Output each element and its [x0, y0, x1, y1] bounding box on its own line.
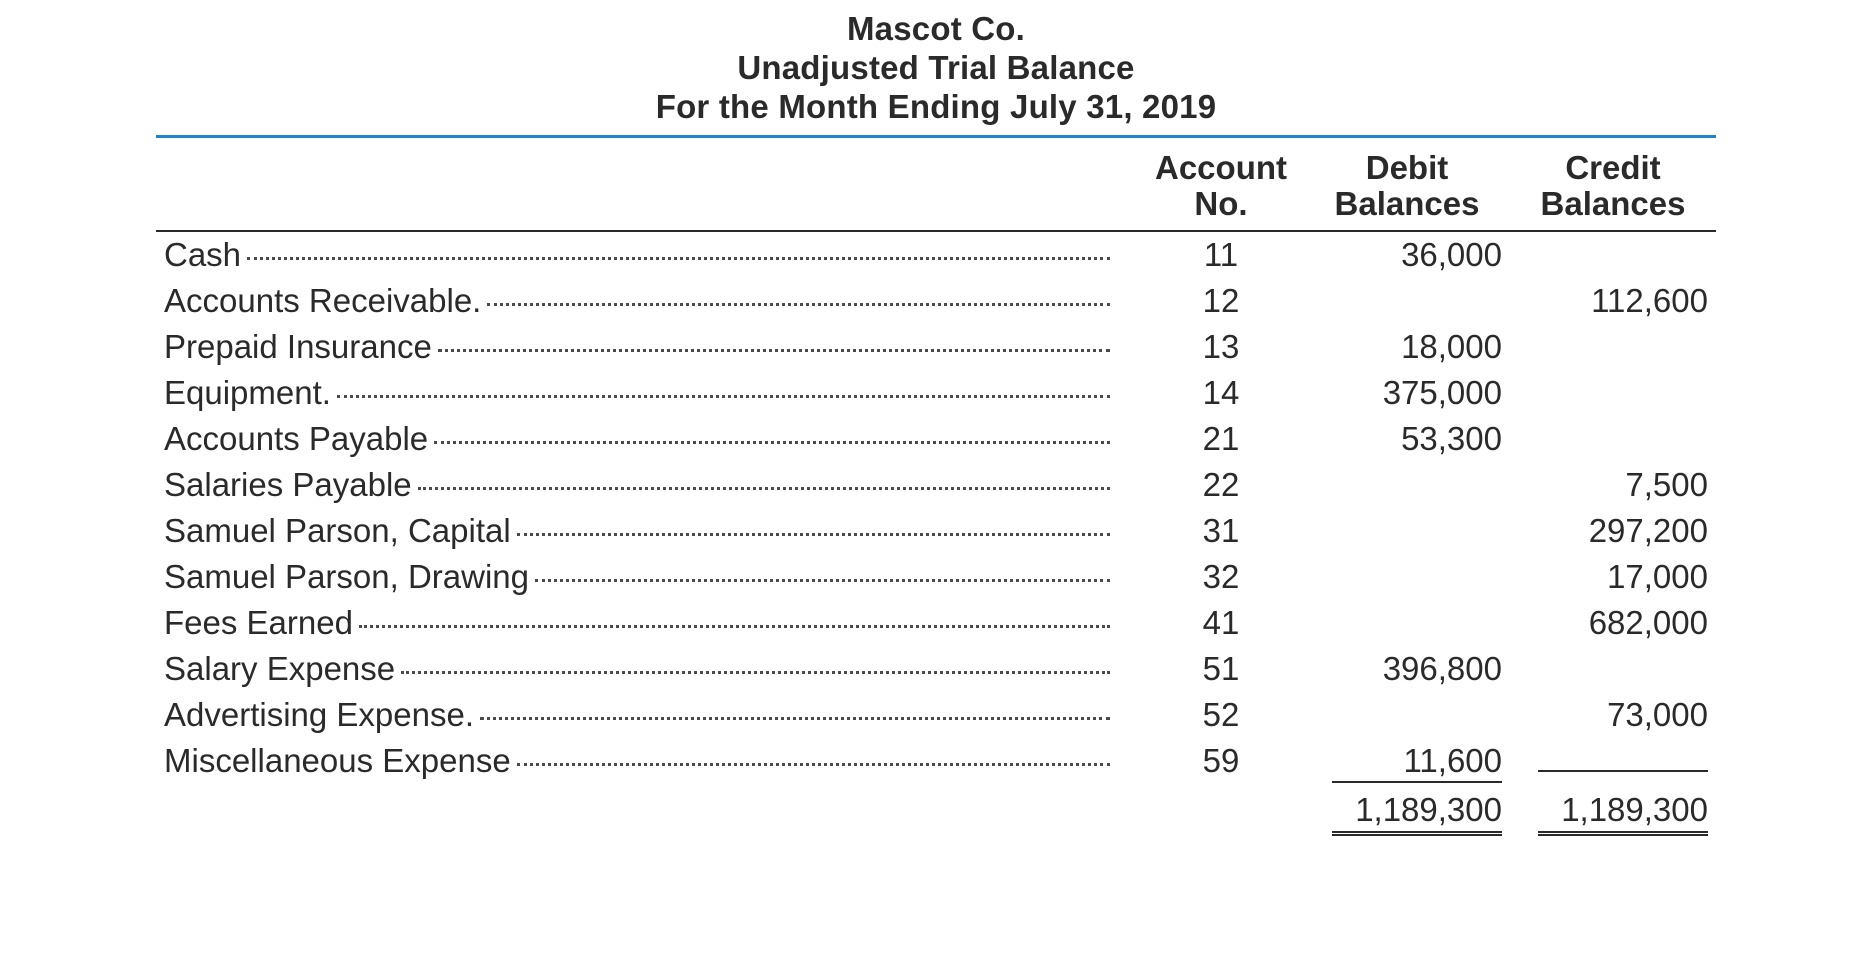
report-title: Unadjusted Trial Balance — [156, 49, 1716, 88]
debit-cell: 396,800 — [1304, 646, 1510, 692]
debit-cell — [1304, 692, 1510, 738]
account-name-cell: Salary Expense — [156, 646, 1138, 692]
account-name-cell: Fees Earned — [156, 600, 1138, 646]
account-no-cell: 51 — [1138, 646, 1304, 692]
totals-label — [156, 787, 1138, 840]
table-row: Fees Earned 41 682,000 — [156, 600, 1716, 646]
account-name-cell: Samuel Parson, Capital — [156, 508, 1138, 554]
account-name-cell: Equipment. — [156, 370, 1138, 416]
account-no-cell: 14 — [1138, 370, 1304, 416]
credit-cell: 297,200 — [1510, 508, 1716, 554]
debit-cell: 53,300 — [1304, 416, 1510, 462]
account-no-cell: 59 — [1138, 738, 1304, 787]
debit-cell: 36,000 — [1304, 231, 1510, 278]
col-header-credit: Credit Balances — [1510, 144, 1716, 232]
account-name-cell: Salaries Payable — [156, 462, 1138, 508]
table-row: Advertising Expense. 52 73,000 — [156, 692, 1716, 738]
table-header-row: Account No. Debit Balances Credit Balanc… — [156, 144, 1716, 232]
credit-cell: 7,500 — [1510, 462, 1716, 508]
debit-cell: 11,600 — [1304, 738, 1510, 787]
credit-cell: 112,600 — [1510, 278, 1716, 324]
debit-cell — [1304, 508, 1510, 554]
debit-total: 1,189,300 — [1304, 787, 1510, 840]
totals-row: 1,189,300 1,189,300 — [156, 787, 1716, 840]
account-no-cell: 12 — [1138, 278, 1304, 324]
table-row: Samuel Parson, Capital 31 297,200 — [156, 508, 1716, 554]
col-header-account-no: Account No. — [1138, 144, 1304, 232]
account-name-cell: Accounts Receivable. — [156, 278, 1138, 324]
report-period: For the Month Ending July 31, 2019 — [156, 88, 1716, 127]
report-header: Mascot Co. Unadjusted Trial Balance For … — [156, 10, 1716, 138]
debit-cell: 18,000 — [1304, 324, 1510, 370]
credit-cell — [1510, 416, 1716, 462]
account-name-cell: Advertising Expense. — [156, 692, 1138, 738]
account-no-cell: 13 — [1138, 324, 1304, 370]
table-row: Cash 11 36,000 — [156, 231, 1716, 278]
credit-total: 1,189,300 — [1510, 787, 1716, 840]
account-no-cell: 52 — [1138, 692, 1304, 738]
account-name-cell: Samuel Parson, Drawing — [156, 554, 1138, 600]
account-name-cell: Accounts Payable — [156, 416, 1138, 462]
debit-cell — [1304, 554, 1510, 600]
debit-cell: 375,000 — [1304, 370, 1510, 416]
company-name: Mascot Co. — [156, 10, 1716, 49]
table-row: Equipment. 14 375,000 — [156, 370, 1716, 416]
table-row: Salaries Payable 22 7,500 — [156, 462, 1716, 508]
trial-balance-table: Account No. Debit Balances Credit Balanc… — [156, 144, 1716, 841]
account-name-cell: Prepaid Insurance — [156, 324, 1138, 370]
account-no-cell: 21 — [1138, 416, 1304, 462]
account-no-cell: 31 — [1138, 508, 1304, 554]
debit-cell — [1304, 600, 1510, 646]
table-row: Samuel Parson, Drawing 32 17,000 — [156, 554, 1716, 600]
account-no-cell: 41 — [1138, 600, 1304, 646]
account-no-cell: 32 — [1138, 554, 1304, 600]
table-row: Prepaid Insurance 13 18,000 — [156, 324, 1716, 370]
table-row: Salary Expense 51 396,800 — [156, 646, 1716, 692]
col-header-debit: Debit Balances — [1304, 144, 1510, 232]
account-name-cell: Cash — [156, 231, 1138, 278]
credit-cell: 17,000 — [1510, 554, 1716, 600]
account-no-cell: 11 — [1138, 231, 1304, 278]
trial-balance-sheet: Mascot Co. Unadjusted Trial Balance For … — [156, 10, 1716, 840]
account-no-cell: 22 — [1138, 462, 1304, 508]
table-row: Accounts Payable 21 53,300 — [156, 416, 1716, 462]
debit-cell — [1304, 462, 1510, 508]
account-name-cell: Miscellaneous Expense — [156, 738, 1138, 787]
credit-cell: 682,000 — [1510, 600, 1716, 646]
table-row: Accounts Receivable. 12 112,600 — [156, 278, 1716, 324]
credit-cell — [1510, 738, 1716, 787]
col-header-name — [156, 144, 1138, 232]
credit-cell — [1510, 231, 1716, 278]
debit-cell — [1304, 278, 1510, 324]
table-row: Miscellaneous Expense 59 11,600 — [156, 738, 1716, 787]
credit-cell — [1510, 324, 1716, 370]
credit-cell — [1510, 646, 1716, 692]
credit-cell: 73,000 — [1510, 692, 1716, 738]
credit-cell — [1510, 370, 1716, 416]
table-body: Cash 11 36,000 Accounts Receivable. 12 1… — [156, 231, 1716, 840]
